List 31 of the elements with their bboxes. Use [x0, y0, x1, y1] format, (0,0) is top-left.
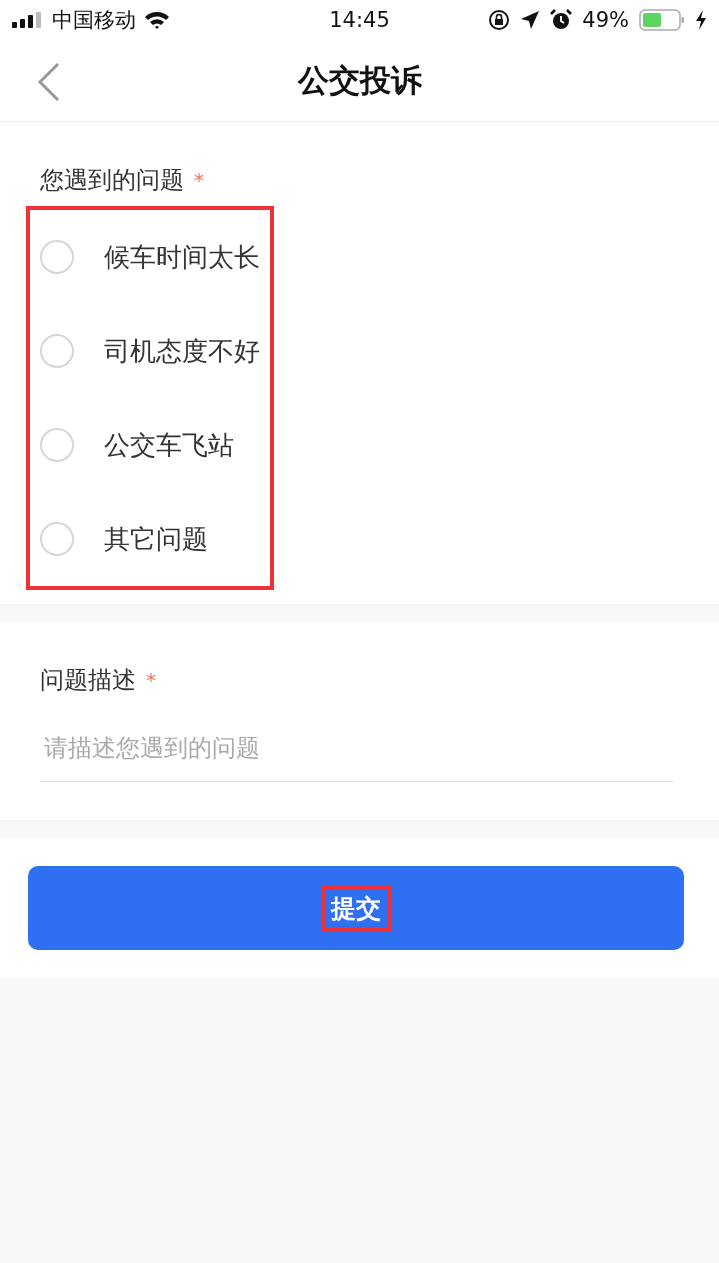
submit-label: 提交 [321, 885, 391, 931]
radio-button[interactable] [40, 428, 74, 462]
option-row[interactable]: 公交车飞站 [40, 398, 270, 492]
option-row[interactable]: 候车时间太长 [40, 210, 270, 304]
battery-percent: 49% [582, 8, 629, 32]
radio-button[interactable] [40, 240, 74, 274]
battery-icon [639, 9, 685, 31]
required-mark: * [146, 668, 156, 692]
option-row[interactable]: 司机态度不好 [40, 304, 270, 398]
option-row[interactable]: 其它问题 [40, 492, 270, 586]
location-icon [520, 10, 541, 30]
option-label: 司机态度不好 [104, 334, 260, 368]
required-mark: * [194, 168, 204, 192]
question-label: 您遇到的问题 [40, 165, 184, 196]
submit-button[interactable]: 提交 [28, 866, 684, 950]
charging-icon [695, 10, 707, 30]
page-title: 公交投诉 [297, 60, 422, 100]
option-label: 候车时间太长 [104, 240, 260, 274]
description-input[interactable]: 请描述您遇到的问题 [40, 733, 673, 762]
clock-time: 14:45 [329, 8, 390, 32]
radio-button[interactable] [40, 334, 74, 368]
carrier-name: 中国移动 [52, 7, 136, 34]
radio-button[interactable] [40, 522, 74, 556]
alarm-icon [550, 9, 573, 31]
rotation-lock-icon [488, 9, 511, 31]
option-label: 其它问题 [104, 522, 208, 556]
signal-icon [12, 12, 44, 28]
description-field[interactable]: 请描述您遇到的问题 [40, 714, 673, 782]
option-label: 公交车飞站 [104, 428, 234, 462]
wifi-icon [144, 10, 170, 30]
description-label: 问题描述 [40, 665, 136, 696]
